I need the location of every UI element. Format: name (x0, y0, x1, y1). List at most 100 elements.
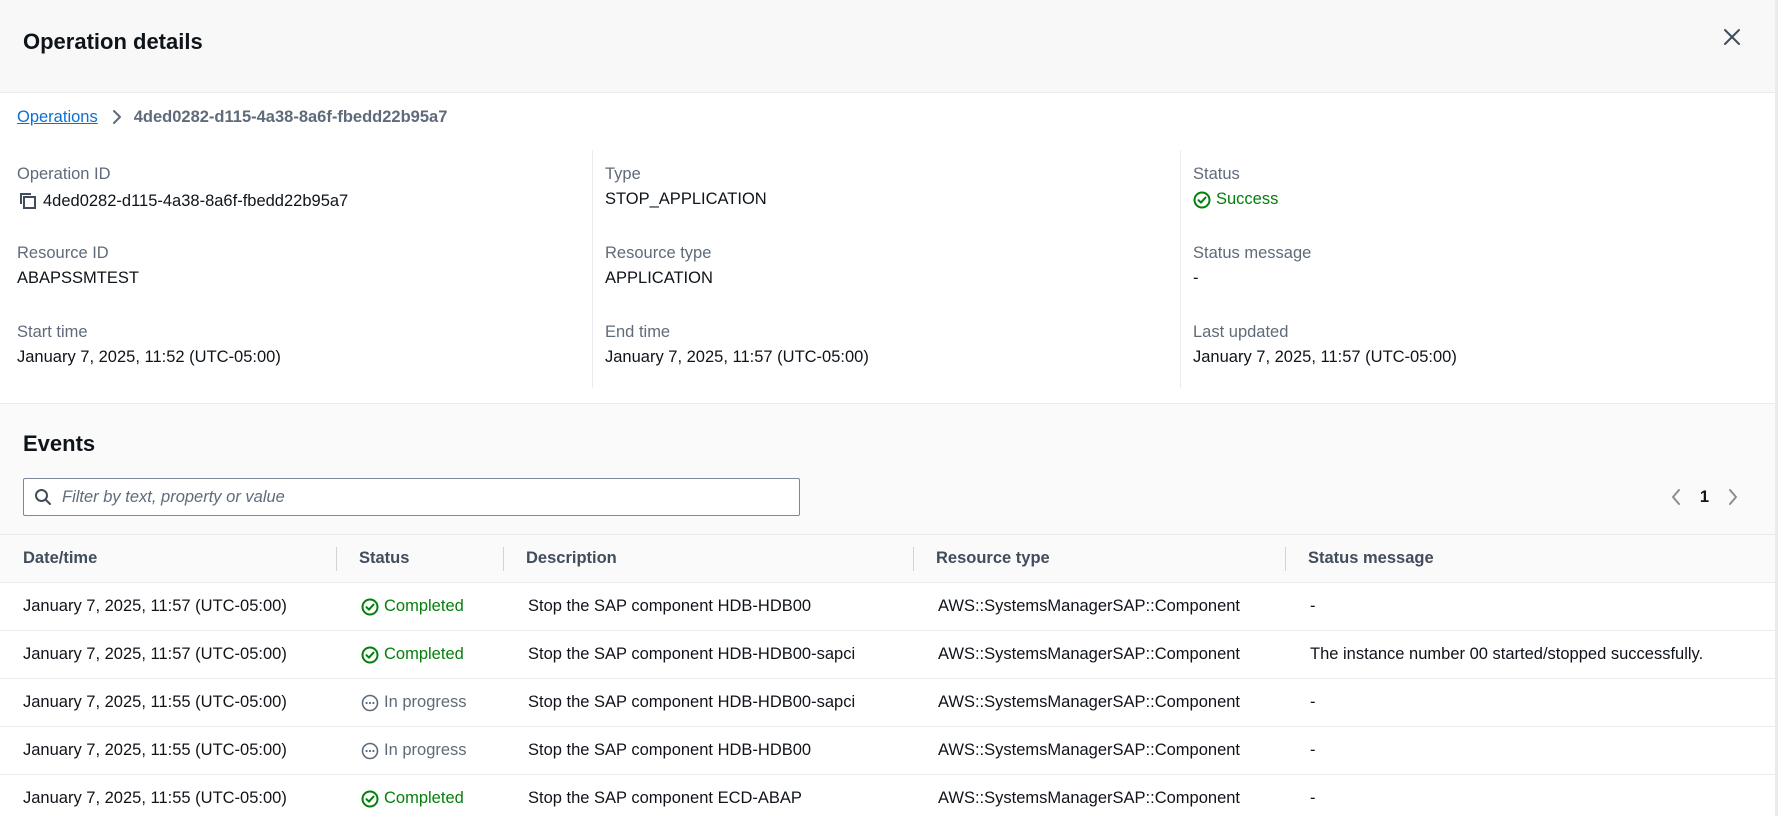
resource-type-label: Resource type (605, 244, 712, 262)
details-column-1: Operation ID 4ded0282-d115-4a38-8a6f-fbe… (17, 150, 592, 388)
table-row: January 7, 2025, 11:57 (UTC-05:00) Comple… (0, 583, 1775, 631)
close-icon (1724, 29, 1740, 45)
cell-description: Stop the SAP component HDB-HDB00 (528, 597, 812, 615)
details-column-2: Type STOP_APPLICATION Resource type APPL… (592, 150, 1180, 388)
table-row: January 7, 2025, 11:57 (UTC-05:00) Comple… (0, 631, 1775, 679)
cell-datetime: January 7, 2025, 11:55 (UTC-05:00) (23, 693, 287, 711)
previous-page-button[interactable] (1664, 485, 1688, 509)
chevron-left-icon (1671, 489, 1680, 505)
operation-id-value: 4ded0282-d115-4a38-8a6f-fbedd22b95a7 (43, 191, 349, 210)
page-number-button[interactable]: 1 (1700, 488, 1709, 507)
cell-status: In progress (336, 741, 503, 760)
column-header-status[interactable]: Status (336, 546, 503, 571)
column-header-datetime[interactable]: Date/time (0, 548, 336, 570)
status-text: Completed (384, 789, 464, 807)
events-title: Events (23, 431, 96, 456)
cell-status: In progress (336, 693, 503, 712)
table-row: January 7, 2025, 11:55 (UTC-05:00) Comple… (0, 775, 1775, 816)
cell-resource-type: AWS::SystemsManagerSAP::Component (938, 693, 1241, 711)
cell-status: Completed (336, 789, 503, 808)
cell-resource-type: AWS::SystemsManagerSAP::Component (938, 645, 1241, 663)
status-message-field: Status message - (1193, 229, 1770, 308)
cell-status: Completed (336, 597, 503, 616)
cell-datetime: January 7, 2025, 11:55 (UTC-05:00) (23, 741, 287, 759)
status-text: Completed (384, 597, 464, 615)
status-text: In progress (384, 741, 467, 759)
events-section: Events 1 Date/time Status Description Re… (0, 403, 1775, 816)
status-label: Status (1193, 165, 1240, 183)
last-updated-label: Last updated (1193, 323, 1289, 341)
check-circle-icon (361, 790, 379, 808)
table-row: January 7, 2025, 11:55 (UTC-05:00) In pro… (0, 727, 1775, 775)
page-title: Operation details (23, 29, 203, 54)
breadcrumb-current: 4ded0282-d115-4a38-8a6f-fbedd22b95a7 (133, 107, 448, 126)
operation-details-panel: Operation details Operations 4ded0282-d1… (0, 0, 1778, 816)
events-filter[interactable] (23, 478, 800, 516)
cell-datetime: January 7, 2025, 11:55 (UTC-05:00) (23, 789, 287, 807)
table-body: January 7, 2025, 11:57 (UTC-05:00) Comple… (0, 583, 1775, 816)
status-text: In progress (384, 693, 467, 711)
search-icon (35, 489, 51, 505)
column-header-status-message[interactable]: Status message (1285, 546, 1775, 571)
status-value: Success (1216, 190, 1279, 208)
cell-description: Stop the SAP component HDB-HDB00 (528, 741, 812, 759)
pagination: 1 (1664, 484, 1745, 510)
cell-datetime: January 7, 2025, 11:57 (UTC-05:00) (23, 645, 287, 663)
cell-status-message: - (1310, 789, 1316, 807)
resource-type-value: APPLICATION (605, 269, 713, 287)
close-button[interactable] (1717, 22, 1747, 52)
cell-status: Completed (336, 645, 503, 664)
operation-details-grid: Operation ID 4ded0282-d115-4a38-8a6f-fbe… (0, 150, 1775, 390)
cell-datetime: January 7, 2025, 11:57 (UTC-05:00) (23, 597, 287, 615)
copy-icon[interactable] (17, 190, 39, 212)
column-header-description[interactable]: Description (503, 546, 913, 571)
in-progress-icon (361, 742, 379, 760)
cell-resource-type: AWS::SystemsManagerSAP::Component (938, 741, 1241, 759)
resource-id-value: ABAPSSMTEST (17, 269, 139, 287)
end-time-field: End time January 7, 2025, 11:57 (UTC-05:… (605, 308, 1180, 387)
column-header-resource-type[interactable]: Resource type (913, 546, 1285, 571)
in-progress-icon (361, 694, 379, 712)
resource-id-field: Resource ID ABAPSSMTEST (17, 229, 592, 308)
breadcrumb-operations-link[interactable]: Operations (17, 108, 98, 127)
resource-type-field: Resource type APPLICATION (605, 229, 1180, 308)
cell-status-message: The instance number 00 started/stopped s… (1310, 645, 1704, 663)
panel-header: Operation details (0, 0, 1775, 93)
status-text: Completed (384, 645, 464, 663)
start-time-label: Start time (17, 323, 88, 341)
type-value: STOP_APPLICATION (605, 190, 767, 208)
cell-resource-type: AWS::SystemsManagerSAP::Component (938, 597, 1241, 615)
check-circle-icon (361, 646, 379, 664)
cell-resource-type: AWS::SystemsManagerSAP::Component (938, 789, 1241, 807)
operation-id-label: Operation ID (17, 165, 111, 183)
cell-description: Stop the SAP component HDB-HDB00-sapci (528, 693, 856, 711)
end-time-value: January 7, 2025, 11:57 (UTC-05:00) (605, 348, 869, 366)
status-message-value: - (1193, 269, 1199, 287)
cell-description: Stop the SAP component HDB-HDB00-sapci (528, 645, 856, 663)
chevron-right-icon (112, 109, 122, 125)
cell-status-message: - (1310, 597, 1316, 615)
operation-id-field: Operation ID 4ded0282-d115-4a38-8a6f-fbe… (17, 150, 592, 229)
next-page-button[interactable] (1721, 485, 1745, 509)
filter-input[interactable] (62, 487, 799, 507)
cell-status-message: - (1310, 693, 1316, 711)
chevron-right-icon (1729, 489, 1737, 505)
check-circle-icon (1193, 191, 1211, 208)
resource-id-label: Resource ID (17, 244, 109, 262)
start-time-value: January 7, 2025, 11:52 (UTC-05:00) (17, 348, 281, 366)
status-message-label: Status message (1193, 244, 1312, 262)
status-field: Status Success (1193, 150, 1770, 229)
table-header: Date/time Status Description Resource ty… (0, 534, 1775, 583)
last-updated-value: January 7, 2025, 11:57 (UTC-05:00) (1193, 348, 1457, 366)
cell-status-message: - (1310, 741, 1316, 759)
details-column-3: Status Success Status message - Last upd… (1180, 150, 1770, 388)
type-label: Type (605, 165, 641, 183)
end-time-label: End time (605, 323, 671, 341)
check-circle-icon (361, 598, 379, 616)
start-time-field: Start time January 7, 2025, 11:52 (UTC-0… (17, 308, 592, 387)
type-field: Type STOP_APPLICATION (605, 150, 1180, 229)
last-updated-field: Last updated January 7, 2025, 11:57 (UTC… (1193, 308, 1770, 387)
events-table: Date/time Status Description Resource ty… (0, 534, 1775, 816)
breadcrumb: Operations 4ded0282-d115-4a38-8a6f-fbedd… (17, 104, 447, 130)
table-row: January 7, 2025, 11:55 (UTC-05:00) In pro… (0, 679, 1775, 727)
